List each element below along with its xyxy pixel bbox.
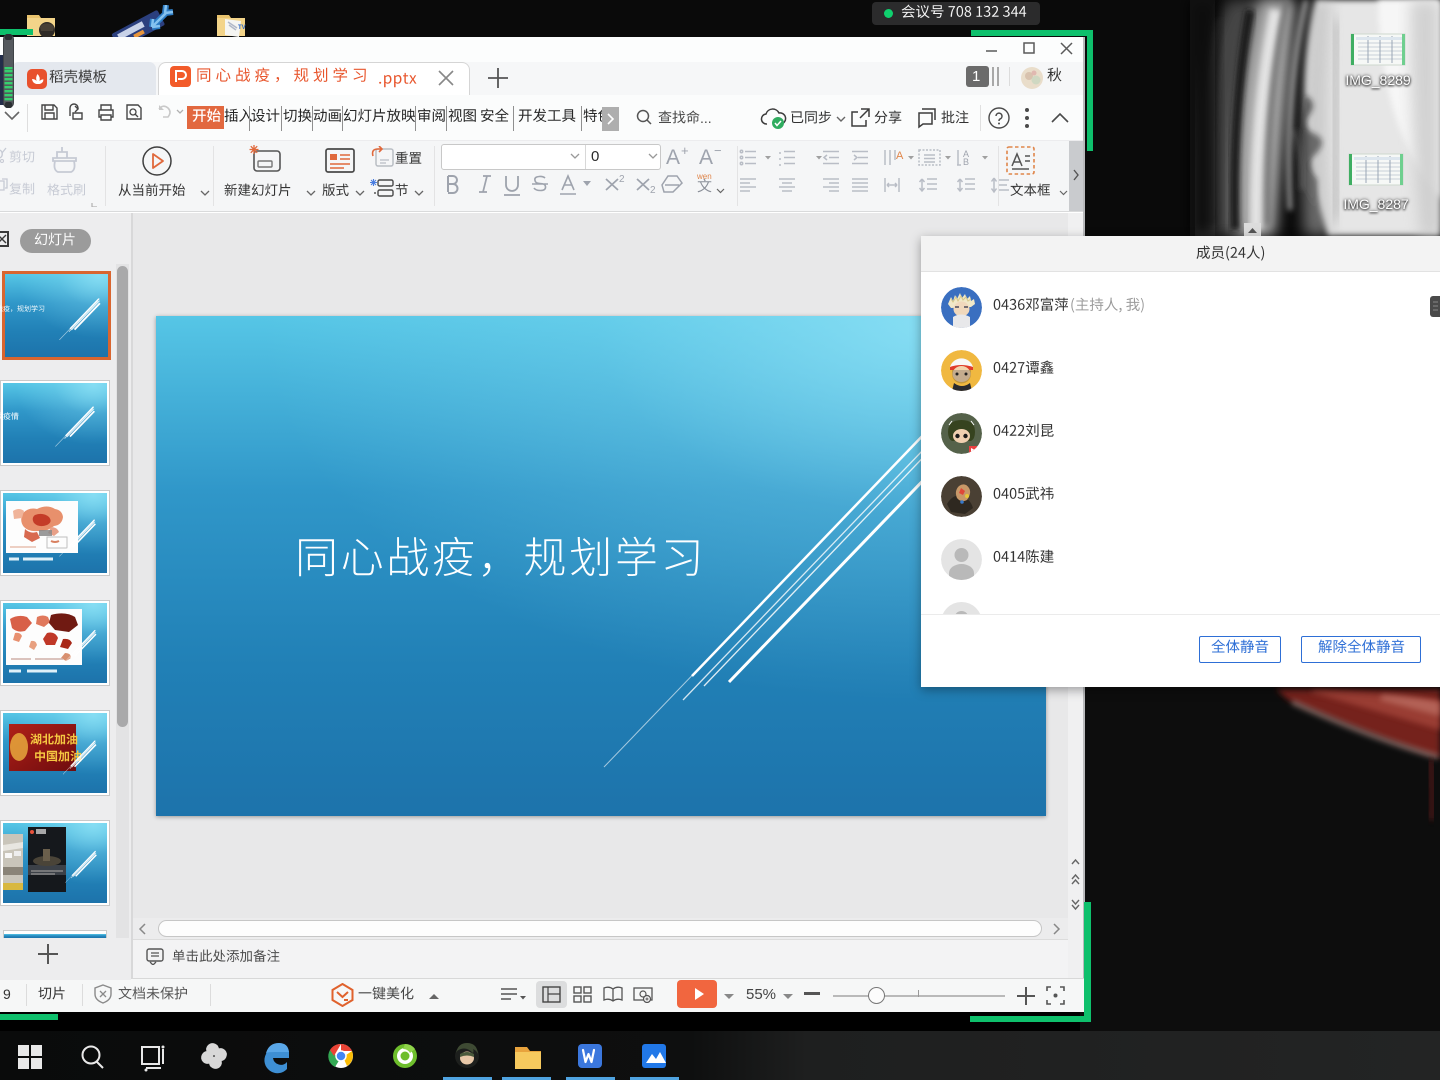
svg-text:A: A (896, 150, 904, 162)
svg-text:TV: TV (238, 25, 246, 31)
svg-text:B: B (963, 157, 969, 167)
